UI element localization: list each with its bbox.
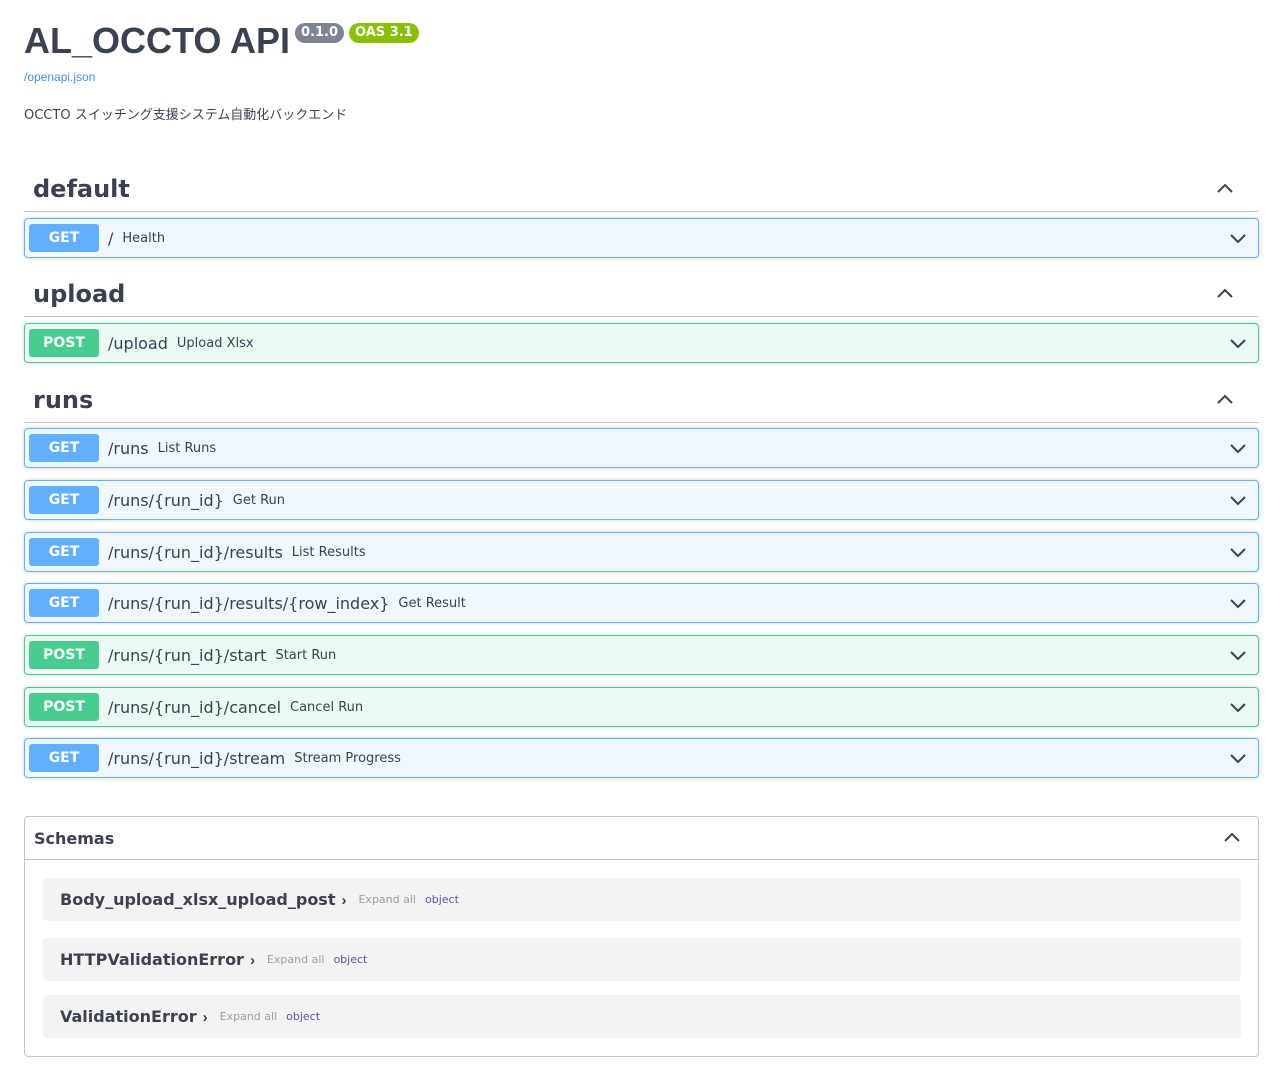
operation-get-runs[interactable]: GET /runs List Runs — [24, 428, 1259, 468]
api-title: AL_OCCTO API — [24, 20, 291, 61]
operation-summary: Get Run — [232, 492, 286, 508]
schema-model[interactable]: Body_upload_xlsx_upload_post › Expand al… — [43, 878, 1241, 921]
oas-badge: OAS 3.1 — [349, 23, 419, 43]
chevron-right-icon[interactable]: › — [203, 1009, 208, 1026]
method-badge: POST — [29, 693, 99, 721]
method-badge: POST — [29, 329, 99, 357]
operation-path: / — [108, 228, 114, 248]
operation-get-result[interactable]: GET /runs/{run_id}/results/{row_index} G… — [24, 583, 1259, 623]
schema-model[interactable]: HTTPValidationError › Expand all object — [43, 938, 1241, 981]
expand-all-link[interactable]: Expand all — [267, 953, 325, 966]
schema-model-name[interactable]: HTTPValidationError — [60, 950, 244, 969]
chevron-right-icon[interactable]: › — [341, 892, 346, 909]
operation-post-cancel[interactable]: POST /runs/{run_id}/cancel Cancel Run — [24, 687, 1259, 727]
method-badge: GET — [29, 744, 99, 772]
schemas-title: Schemas — [34, 828, 115, 848]
chevron-down-icon[interactable] — [1228, 645, 1248, 665]
tag-title: upload — [33, 279, 126, 308]
chevron-up-icon[interactable] — [1222, 828, 1242, 848]
operation-path: /runs — [108, 438, 149, 458]
method-badge: GET — [29, 589, 99, 617]
tag-title: runs — [33, 385, 94, 414]
chevron-down-icon[interactable] — [1228, 333, 1248, 353]
version-badge: 0.1.0 — [295, 23, 345, 43]
operation-get-root[interactable]: GET / Health — [24, 218, 1259, 258]
schema-model[interactable]: ValidationError › Expand all object — [43, 995, 1241, 1038]
method-badge: GET — [29, 486, 99, 514]
tag-section-runs[interactable]: runs — [24, 377, 1259, 423]
api-description: OCCTO スイッチング支援システム自動化バックエンド — [24, 108, 348, 123]
operation-summary: Health — [122, 230, 166, 246]
operation-path: /upload — [108, 333, 168, 353]
schema-type: object — [286, 1010, 321, 1023]
operation-summary: Stream Progress — [294, 750, 401, 766]
chevron-down-icon[interactable] — [1228, 228, 1248, 248]
api-info: AL_OCCTO API 0.1.0 OAS 3.1 /openapi.json… — [24, 18, 1258, 123]
schema-model-name[interactable]: Body_upload_xlsx_upload_post — [60, 890, 335, 909]
chevron-down-icon[interactable] — [1228, 593, 1248, 613]
operation-summary: Get Result — [398, 595, 466, 611]
operation-path: /runs/{run_id}/stream — [108, 748, 286, 768]
method-badge: GET — [29, 434, 99, 462]
schemas-section: Schemas Body_upload_xlsx_upload_post › E… — [24, 816, 1259, 1057]
chevron-down-icon[interactable] — [1228, 697, 1248, 717]
chevron-up-icon[interactable] — [1215, 179, 1235, 199]
operation-post-start[interactable]: POST /runs/{run_id}/start Start Run — [24, 635, 1259, 675]
operation-path: /runs/{run_id}/results/{row_index} — [108, 593, 390, 613]
operation-path: /runs/{run_id}/cancel — [108, 697, 282, 717]
tag-section-upload[interactable]: upload — [24, 271, 1259, 317]
operation-summary: Upload Xlsx — [176, 335, 254, 351]
method-badge: GET — [29, 538, 99, 566]
operation-post-upload[interactable]: POST /upload Upload Xlsx — [24, 323, 1259, 363]
method-badge: GET — [29, 224, 99, 252]
operation-get-results[interactable]: GET /runs/{run_id}/results List Results — [24, 532, 1259, 572]
schema-type: object — [333, 953, 368, 966]
schemas-header[interactable]: Schemas — [25, 817, 1258, 860]
chevron-up-icon[interactable] — [1215, 390, 1235, 410]
operation-summary: Start Run — [275, 647, 337, 663]
expand-all-link[interactable]: Expand all — [358, 893, 416, 906]
chevron-up-icon[interactable] — [1215, 284, 1235, 304]
operation-get-stream[interactable]: GET /runs/{run_id}/stream Stream Progres… — [24, 738, 1259, 778]
expand-all-link[interactable]: Expand all — [220, 1010, 278, 1023]
chevron-right-icon[interactable]: › — [250, 952, 255, 969]
schema-model-name[interactable]: ValidationError — [60, 1007, 197, 1026]
chevron-down-icon[interactable] — [1228, 490, 1248, 510]
chevron-down-icon[interactable] — [1228, 438, 1248, 458]
operation-path: /runs/{run_id}/start — [108, 645, 267, 665]
operation-get-run[interactable]: GET /runs/{run_id} Get Run — [24, 480, 1259, 520]
tag-title: default — [33, 174, 130, 203]
openapi-json-link[interactable]: /openapi.json — [24, 70, 95, 84]
method-badge: POST — [29, 641, 99, 669]
operation-summary: Cancel Run — [290, 699, 364, 715]
operation-path: /runs/{run_id} — [108, 490, 224, 510]
operation-summary: List Runs — [157, 440, 217, 456]
schema-type: object — [424, 893, 459, 906]
chevron-down-icon[interactable] — [1228, 542, 1248, 562]
operation-path: /runs/{run_id}/results — [108, 542, 283, 562]
operation-summary: List Results — [291, 544, 366, 560]
chevron-down-icon[interactable] — [1228, 748, 1248, 768]
tag-section-default[interactable]: default — [24, 166, 1259, 212]
